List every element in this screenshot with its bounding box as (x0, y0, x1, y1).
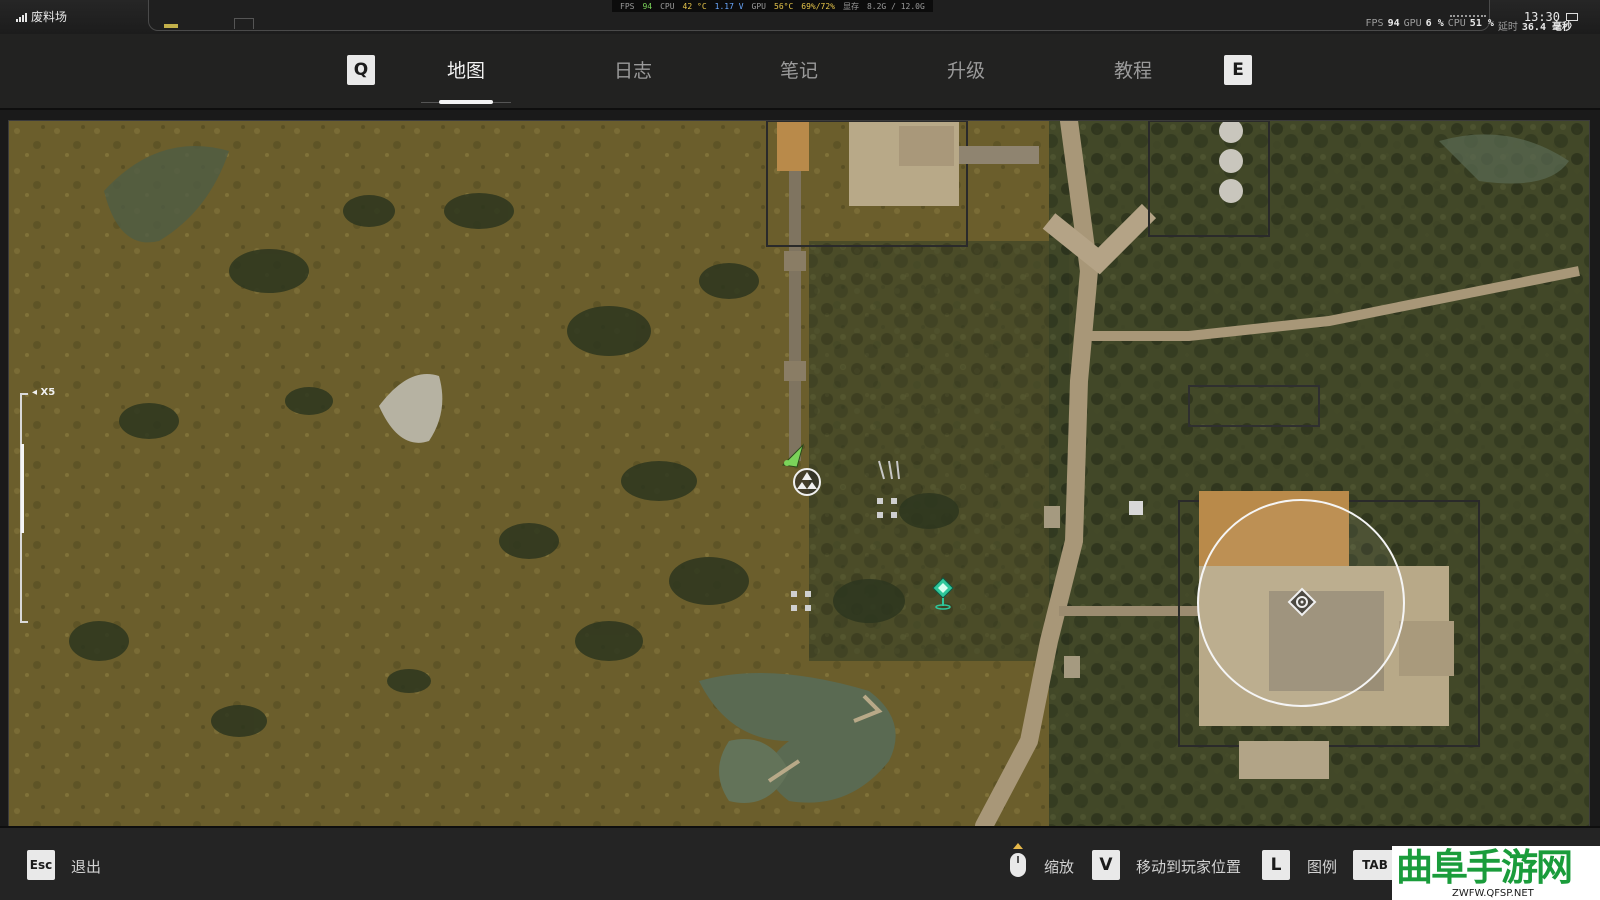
v-key[interactable]: V (1092, 850, 1120, 880)
ammo-indicator (164, 24, 178, 28)
prev-tab-key[interactable]: Q (347, 55, 375, 85)
l-key[interactable]: L (1262, 850, 1290, 880)
tab-map[interactable]: 地图 (421, 52, 511, 104)
hud-gpu-label: GPU (1403, 18, 1422, 29)
exit-label[interactable]: 退出 (71, 856, 101, 877)
perf-gpu-label: GPU (751, 1, 766, 11)
zone-indicator: 废料场 (16, 8, 67, 25)
zoom-tick-bottom (20, 621, 28, 623)
signal-icon (16, 12, 27, 22)
hud-latency-label: 延时 (1497, 22, 1518, 33)
perf-cpu-temp: 42 °C (682, 1, 707, 11)
top-status-strip: 废料场 FPS 94 CPU 42 °C 1.17 V GPU 56°C 69%… (0, 0, 1600, 34)
zoom-level-label: ◂ X5 (32, 387, 56, 398)
hud-fps: 94 (1387, 18, 1400, 29)
perf-vram-label: 显存 (842, 1, 859, 11)
mouse-scroll-icon (1010, 843, 1026, 877)
zoom-level-text: X5 (40, 387, 56, 398)
zone-name: 废料场 (31, 10, 68, 24)
hud-latency: 36.4 毫秒 (1521, 22, 1572, 33)
zoom-level-fill (21, 444, 24, 533)
perf-fps: 94 (642, 1, 653, 11)
world-map[interactable] (8, 120, 1590, 827)
hud-stats: FPS 94 GPU 6 % CPU 51 % 延时 36.4 毫秒 (1366, 18, 1573, 33)
perf-vram: 8.2G / 12.0G (866, 1, 925, 11)
target-marker-icon[interactable] (1287, 587, 1317, 617)
hud-cpu: 51 % (1469, 18, 1494, 29)
hud-gpu: 6 % (1425, 18, 1444, 29)
tab-journal[interactable]: 日志 (588, 52, 678, 102)
zoom-hint-label: 缩放 (1044, 858, 1075, 876)
tab-key[interactable]: TAB (1353, 850, 1397, 880)
tab-notes[interactable]: 笔记 (754, 52, 844, 102)
zoom-slider[interactable] (20, 393, 50, 623)
tab-upgrades[interactable]: 升级 (921, 52, 1011, 102)
perf-cpu-label: CPU (660, 1, 675, 11)
watermark-title: 曲阜手游网 (1396, 845, 1573, 889)
anomaly-marker-icon[interactable] (791, 466, 823, 498)
game-map-screen: 废料场 FPS 94 CPU 42 °C 1.17 V GPU 56°C 69%… (0, 0, 1600, 900)
perf-gpu-temp: 56°C (774, 1, 794, 11)
perf-fps-label: FPS (620, 1, 635, 11)
next-tab-key[interactable]: E (1224, 55, 1252, 85)
perf-overlay: FPS 94 CPU 42 °C 1.17 V GPU 56°C 69%/72%… (612, 0, 933, 12)
perf-gpu-usage: 69%/72% (801, 1, 835, 11)
move-to-player-label[interactable]: 移动到玩家位置 (1136, 856, 1241, 877)
hud-fps-label: FPS (1365, 18, 1384, 29)
tab-bar: Q 地图 日志 笔记 升级 教程 E (0, 34, 1600, 110)
tab-tutorial[interactable]: 教程 (1088, 52, 1178, 102)
perf-cpu-volt: 1.17 V (714, 1, 744, 11)
legend-label[interactable]: 图例 (1307, 856, 1337, 877)
hud-slot (234, 18, 254, 29)
bottom-hint-bar: Esc 退出 缩放 V 移动到玩家位置 L 图例 TAB (0, 826, 1600, 900)
quest-marker-icon[interactable] (931, 576, 955, 610)
watermark-url: ZWFW.QFSP.NET (1452, 888, 1534, 899)
zoom-tick-top (20, 393, 28, 395)
hud-cpu-label: CPU (1447, 18, 1466, 29)
esc-key[interactable]: Esc (27, 850, 55, 880)
site-watermark: 曲阜手游网 ZWFW.QFSP.NET (1392, 846, 1600, 900)
